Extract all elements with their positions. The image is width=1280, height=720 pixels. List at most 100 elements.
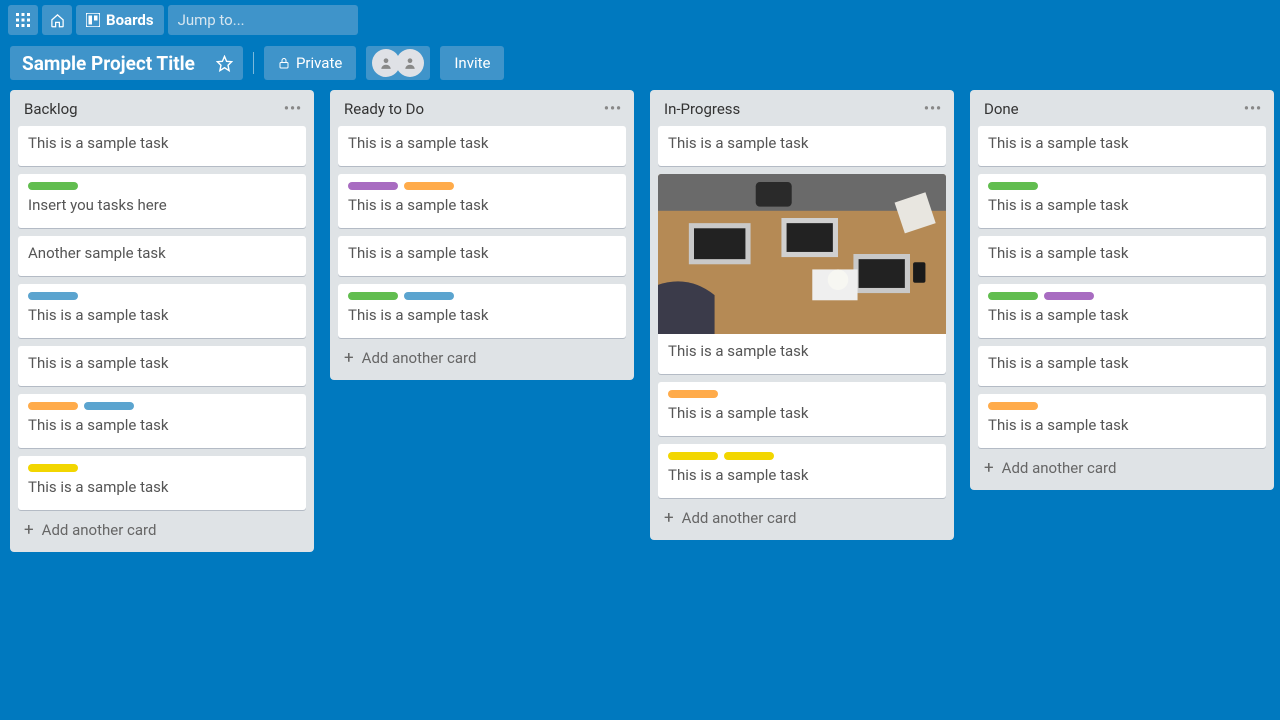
card[interactable]: This is a sample task	[338, 236, 626, 276]
card[interactable]: This is a sample task	[338, 284, 626, 338]
plus-icon: +	[344, 348, 354, 368]
card-text: This is a sample task	[988, 306, 1256, 324]
board-title: Sample Project Title	[10, 52, 207, 75]
card-labels	[28, 182, 296, 190]
add-card-button[interactable]: + Add another card	[330, 338, 634, 374]
list-header: In-Progress •••	[650, 90, 954, 126]
card-labels	[28, 402, 296, 410]
home-button[interactable]	[42, 5, 72, 35]
lock-icon	[278, 56, 290, 70]
label-orange[interactable]	[668, 390, 718, 398]
card[interactable]: This is a sample task	[18, 284, 306, 338]
label-green[interactable]	[348, 292, 398, 300]
apps-button[interactable]	[8, 5, 38, 35]
card[interactable]: This is a sample task	[978, 346, 1266, 386]
label-blue[interactable]	[84, 402, 134, 410]
search-input[interactable]	[178, 11, 377, 29]
label-green[interactable]	[28, 182, 78, 190]
label-yellow[interactable]	[724, 452, 774, 460]
card-text: This is a sample task	[28, 416, 296, 434]
card[interactable]: This is a sample task	[978, 394, 1266, 448]
divider	[253, 52, 254, 74]
list-menu-button[interactable]: •••	[1244, 101, 1262, 117]
card-cover-image	[658, 174, 946, 334]
card-text: This is a sample task	[28, 354, 296, 372]
card-text: This is a sample task	[348, 244, 616, 262]
card[interactable]: This is a sample task	[978, 284, 1266, 338]
card-text: This is a sample task	[348, 306, 616, 324]
members[interactable]	[366, 46, 430, 80]
card-text: This is a sample task	[988, 196, 1256, 214]
add-card-button[interactable]: +Add another card	[970, 448, 1274, 484]
card[interactable]: This is a sample task	[18, 346, 306, 386]
card[interactable]: Another sample task	[18, 236, 306, 276]
star-button[interactable]	[207, 46, 243, 80]
label-orange[interactable]	[988, 402, 1038, 410]
card-labels	[668, 452, 936, 460]
label-yellow[interactable]	[28, 464, 78, 472]
card[interactable]: This is a sample task	[18, 394, 306, 448]
cards: This is a sample task This is a sample ta…	[970, 126, 1274, 448]
card-text: This is a sample task	[28, 478, 296, 496]
card[interactable]: This is a sample task	[978, 174, 1266, 228]
card[interactable]: This is a sample task	[658, 174, 946, 374]
grid-icon	[16, 13, 30, 27]
card[interactable]: This is a sample task	[978, 236, 1266, 276]
list-menu-button[interactable]: •••	[284, 101, 302, 117]
add-card-label: Add another card	[1002, 459, 1117, 477]
label-purple[interactable]	[1044, 292, 1094, 300]
person-icon	[403, 56, 417, 70]
board-canvas: Backlog ••• This is a sample task Insert yo…	[0, 86, 1280, 556]
card-text: This is a sample task	[988, 244, 1256, 262]
card-labels	[348, 292, 616, 300]
card[interactable]: This is a sample task	[18, 456, 306, 510]
list: In-Progress ••• This is a sample task This …	[650, 90, 954, 540]
label-green[interactable]	[988, 292, 1038, 300]
list-title[interactable]: Ready to Do	[344, 100, 424, 118]
card-text: This is a sample task	[988, 354, 1256, 372]
card-text: This is a sample task	[988, 416, 1256, 434]
list-header: Done •••	[970, 90, 1274, 126]
card-text: Another sample task	[28, 244, 296, 262]
invite-button[interactable]: Invite	[440, 46, 504, 80]
card[interactable]: Insert you tasks here	[18, 174, 306, 228]
add-card-button[interactable]: +Add another card	[10, 510, 314, 546]
label-orange[interactable]	[404, 182, 454, 190]
list-menu-button[interactable]: •••	[604, 101, 622, 117]
card-labels	[668, 390, 936, 398]
list-title[interactable]: In-Progress	[664, 100, 740, 118]
card-text: This is a sample task	[348, 134, 616, 152]
privacy-button[interactable]: Private	[264, 46, 356, 80]
label-green[interactable]	[988, 182, 1038, 190]
card-text: This is a sample task	[668, 342, 936, 360]
card[interactable]: This is a sample task	[18, 126, 306, 166]
label-purple[interactable]	[348, 182, 398, 190]
add-card-button[interactable]: +Add another card	[650, 498, 954, 534]
label-blue[interactable]	[28, 292, 78, 300]
list-header: Backlog •••	[10, 90, 314, 126]
label-orange[interactable]	[28, 402, 78, 410]
card-text: This is a sample task	[668, 134, 936, 152]
card-text: Insert you tasks here	[28, 196, 296, 214]
card[interactable]: This is a sample task	[658, 126, 946, 166]
card[interactable]: This is a sample task	[338, 174, 626, 228]
card-labels	[28, 464, 296, 472]
card-text: This is a sample task	[348, 196, 616, 214]
card[interactable]: This is a sample task	[978, 126, 1266, 166]
board-header: Sample Project Title Private Invite	[0, 40, 1280, 86]
boards-button[interactable]: Boards	[76, 5, 164, 35]
list-title[interactable]: Backlog	[24, 100, 78, 118]
avatar[interactable]	[396, 49, 424, 77]
search-field[interactable]	[168, 5, 358, 35]
cards: This is a sample task Insert you tasks he…	[10, 126, 314, 510]
card[interactable]: This is a sample task	[338, 126, 626, 166]
list: Ready to Do ••• This is a sample task This …	[330, 90, 634, 380]
list-title[interactable]: Done	[984, 100, 1019, 118]
label-blue[interactable]	[404, 292, 454, 300]
card[interactable]: This is a sample task	[658, 382, 946, 436]
card-text: This is a sample task	[28, 134, 296, 152]
add-card-label: Add another card	[362, 349, 477, 367]
list-menu-button[interactable]: •••	[924, 101, 942, 117]
label-yellow[interactable]	[668, 452, 718, 460]
card[interactable]: This is a sample task	[658, 444, 946, 498]
